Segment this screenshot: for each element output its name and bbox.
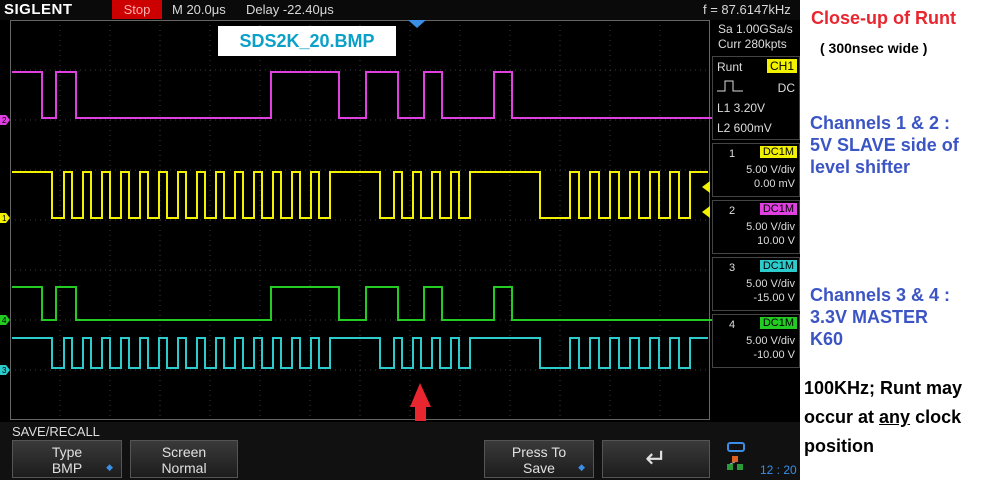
channel-4-trace: [12, 286, 712, 321]
arrow-icon: ◆: [578, 462, 585, 472]
type-softkey[interactable]: Type BMP ◆: [12, 440, 122, 478]
usb-network-icon: [727, 442, 745, 470]
press-to-save-softkey[interactable]: Press To Save ◆: [484, 440, 594, 478]
channel-offset: 0.00 mV: [754, 178, 795, 190]
channel-4-box[interactable]: 4 DC1M 5.00 V/div -10.00 V: [712, 314, 800, 368]
runt-pulse-icon: [717, 80, 743, 92]
channel-marker-label: 1: [2, 214, 7, 223]
return-icon: ↵: [645, 443, 667, 473]
softkey-value: Normal: [161, 460, 207, 476]
trigger-level-2: L2 600mV: [717, 121, 772, 135]
channel-scale: 5.00 V/div: [746, 335, 795, 347]
channel-marker-label: 2: [2, 116, 7, 125]
oscilloscope-screen: SIGLENT Stop M 20.0μs Delay -22.40μs f =…: [0, 0, 800, 480]
channel-3-trace: [12, 337, 708, 369]
channel-offset: 10.00 V: [757, 235, 795, 247]
annotation-subtitle: ( 300nsec wide ): [820, 40, 928, 56]
annotation-note: 100KHz; Runt may occur at any clock posi…: [804, 378, 963, 456]
clock-readout: 12 : 20: [760, 463, 797, 477]
waveform-grid: 2 1 4 3: [0, 20, 712, 421]
softkey-value: Save: [523, 460, 555, 476]
annotation-title: Close-up of Runt: [811, 8, 956, 28]
channel-coupling: DC1M: [759, 260, 797, 272]
trigger-coupling: DC: [777, 81, 795, 95]
back-softkey[interactable]: ↵: [602, 440, 710, 478]
channel-marker-label: 4: [2, 316, 7, 325]
annotation-channels-3-4: Channels 3 & 4 : 3.3V MASTER K60: [810, 285, 951, 349]
channel-number: 4: [729, 319, 736, 331]
channel-2-trace: [12, 71, 712, 119]
channel-number: 1: [729, 148, 736, 160]
screen-softkey[interactable]: Screen Normal: [130, 440, 238, 478]
trigger-level-marker[interactable]: [702, 181, 710, 193]
memory-depth: Curr 280kpts: [718, 37, 787, 51]
channel-coupling: DC1M: [759, 317, 797, 329]
trigger-type: Runt: [717, 60, 743, 74]
channel-offset: -15.00 V: [753, 292, 795, 304]
menu-title: SAVE/RECALL: [12, 424, 100, 439]
channel-coupling: DC1M: [759, 146, 797, 158]
softkey-label: Press To: [511, 444, 567, 460]
trigger-level-marker[interactable]: [702, 206, 710, 218]
trigger-panel[interactable]: Runt CH1 DC L1 3.20V L2 600mV: [712, 56, 800, 140]
softkey-label: Screen: [161, 444, 207, 460]
channel-offset: -10.00 V: [753, 349, 795, 361]
channel-coupling: DC1M: [759, 203, 797, 215]
channel-marker-label: 3: [2, 366, 7, 375]
sample-rate: Sa 1.00GSa/s: [718, 22, 793, 36]
channel-number: 2: [729, 205, 736, 217]
channel-1-box[interactable]: 1 DC1M 5.00 V/div 0.00 mV: [712, 143, 800, 197]
softkey-value: BMP: [51, 460, 83, 476]
channel-scale: 5.00 V/div: [746, 278, 795, 290]
arrow-icon: ◆: [106, 462, 113, 472]
channel-number: 3: [729, 262, 736, 274]
trigger-position-marker[interactable]: [408, 20, 426, 28]
annotation-channels-1-2: Channels 1 & 2 : 5V SLAVE side of level …: [810, 113, 959, 177]
softkey-label: Type: [51, 444, 83, 460]
channel-2-box[interactable]: 2 DC1M 5.00 V/div 10.00 V: [712, 200, 800, 254]
trigger-source: CH1: [766, 59, 797, 73]
channel-scale: 5.00 V/div: [746, 164, 795, 176]
screen-label: SDS2K_20.BMP: [218, 26, 396, 56]
red-arrow: [410, 383, 431, 421]
trigger-level-1: L1 3.20V: [717, 101, 766, 115]
acquisition-info: Sa 1.00GSa/s Curr 280kpts: [712, 22, 800, 52]
channel-3-box[interactable]: 3 DC1M 5.00 V/div -15.00 V: [712, 257, 800, 311]
channel-scale: 5.00 V/div: [746, 221, 795, 233]
